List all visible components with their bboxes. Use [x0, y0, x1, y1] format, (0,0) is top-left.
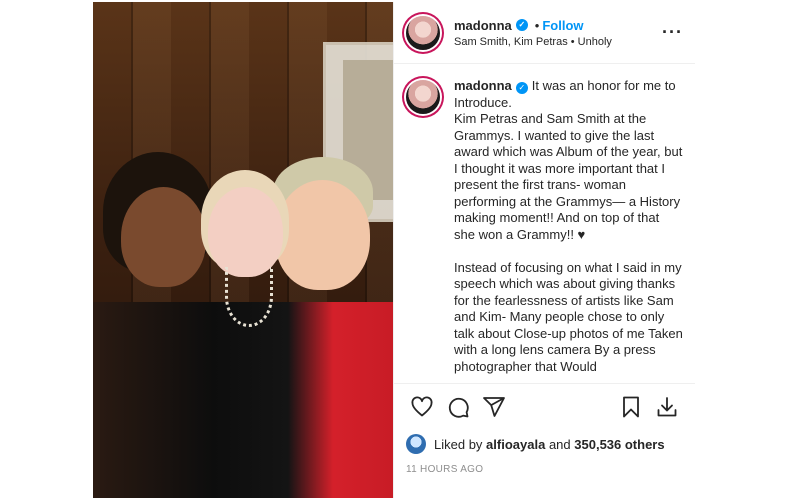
likes-count[interactable]: 350,536 others [574, 437, 664, 452]
separator-dot: • [534, 17, 540, 33]
instagram-post: madonna ✓ • Follow Sam Smith, Kim Petras… [93, 2, 695, 498]
necklace [225, 267, 273, 327]
heart-icon[interactable] [404, 389, 440, 425]
post-header: madonna ✓ • Follow Sam Smith, Kim Petras… [394, 2, 695, 64]
share-icon[interactable] [476, 389, 512, 425]
author-username[interactable]: madonna [454, 18, 512, 33]
comment-icon[interactable] [440, 389, 476, 425]
liked-by-user[interactable]: alfioayala [486, 437, 545, 452]
caption-author-avatar[interactable] [406, 80, 440, 114]
person-left-face [121, 187, 206, 287]
verified-badge-icon: ✓ [515, 19, 528, 31]
header-row: madonna ✓ • Follow [454, 18, 662, 33]
likes-prefix: Liked by [434, 436, 483, 452]
header-text: madonna ✓ • Follow Sam Smith, Kim Petras… [454, 18, 662, 48]
caption-text-block: madonna ✓ It was an honor for me to Introd… [454, 78, 683, 383]
likes-row: Liked by alfioayala and 350,536 others [394, 430, 695, 458]
follow-button[interactable]: Follow [542, 18, 583, 33]
people-bodies [93, 302, 393, 498]
post-sidebar: madonna ✓ • Follow Sam Smith, Kim Petras… [393, 2, 695, 498]
audio-label[interactable]: Sam Smith, Kim Petras • Unholy [454, 36, 662, 48]
person-center-face [208, 187, 283, 277]
bookmark-icon[interactable] [613, 389, 649, 425]
more-options-icon[interactable]: ··· [662, 22, 683, 43]
caption-author[interactable]: madonna [454, 78, 512, 93]
person-right-face [275, 180, 370, 290]
liker-avatar[interactable] [406, 434, 426, 454]
post-timestamp[interactable]: 11 HOURS AGO [394, 458, 695, 498]
likes-mid: and [548, 436, 571, 452]
caption-verified-badge-icon: ✓ [515, 82, 528, 94]
post-photo[interactable] [93, 2, 393, 498]
caption-text: It was an honor for me to Introduce. Kim… [454, 78, 683, 374]
caption-area: madonna ✓ It was an honor for me to Introd… [394, 64, 695, 384]
action-bar [394, 384, 695, 430]
download-icon[interactable] [649, 389, 685, 425]
author-avatar[interactable] [406, 15, 440, 50]
